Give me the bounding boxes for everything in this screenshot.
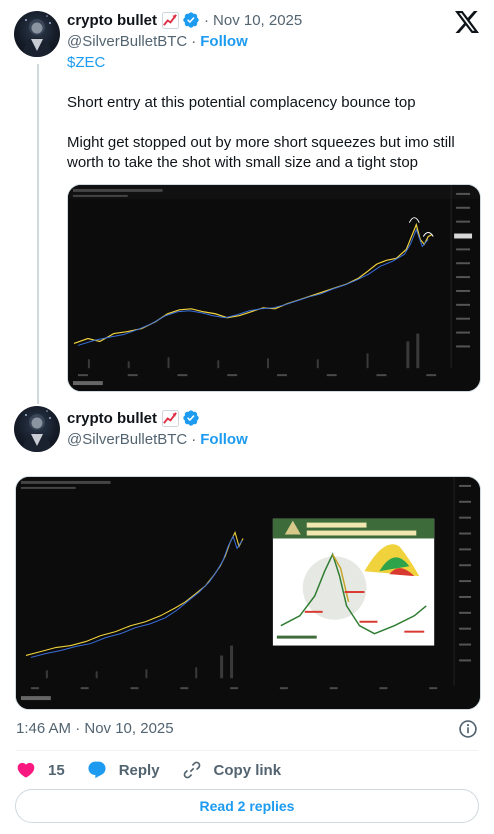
- separator: ·: [191, 32, 197, 50]
- user-handle[interactable]: @SilverBulletBTC: [67, 33, 187, 50]
- verified-badge-icon: [183, 410, 199, 426]
- reply-button[interactable]: Reply: [87, 760, 160, 780]
- like-count: 15: [48, 761, 65, 779]
- post-timestamp[interactable]: 1:46 AM · Nov 10, 2025: [16, 720, 174, 737]
- display-name[interactable]: crypto bullet: [67, 410, 157, 427]
- heart-icon: [17, 762, 35, 778]
- info-icon[interactable]: [458, 719, 478, 739]
- separator: ·: [191, 430, 197, 448]
- x-logo-icon[interactable]: [455, 11, 479, 33]
- avatar[interactable]: [14, 406, 60, 452]
- like-button[interactable]: 15: [16, 760, 65, 780]
- tweet-media-chart[interactable]: [15, 476, 481, 710]
- display-name[interactable]: crypto bullet: [67, 12, 157, 29]
- chart-increasing-emoji-icon: [162, 11, 180, 29]
- divider: [16, 750, 478, 751]
- thread-connector: [37, 64, 39, 404]
- tradingview-chart-image: [68, 185, 480, 391]
- verified-badge-icon: [183, 12, 199, 28]
- link-icon: [183, 761, 200, 779]
- tweet-header: crypto bullet @SilverBulletBTC · Follow: [67, 408, 248, 450]
- avatar[interactable]: [14, 11, 60, 57]
- reply-label: Reply: [118, 761, 160, 779]
- action-bar: 15 Reply Copy link: [16, 758, 303, 782]
- tweet-text-paragraph: Short entry at this potential complacenc…: [67, 94, 416, 111]
- user-handle[interactable]: @SilverBulletBTC: [67, 431, 187, 448]
- follow-button[interactable]: Follow: [200, 33, 248, 50]
- chart-increasing-emoji-icon: [162, 409, 180, 427]
- cashtag-link[interactable]: $ZEC: [67, 54, 105, 71]
- follow-button[interactable]: Follow: [200, 431, 248, 448]
- market-cycle-inset-image: [272, 518, 435, 646]
- tweet-media-chart[interactable]: [67, 184, 481, 392]
- tradingview-chart-with-inset-image: [16, 477, 480, 709]
- copy-link-button[interactable]: Copy link: [182, 760, 282, 780]
- separator: ·: [204, 11, 210, 29]
- reply-bubble-icon: [88, 761, 106, 779]
- post-date[interactable]: Nov 10, 2025: [213, 12, 302, 29]
- copy-link-label: Copy link: [213, 761, 282, 779]
- read-replies-button[interactable]: Read 2 replies: [15, 789, 479, 823]
- tweet-text-paragraph: Might get stopped out by more short sque…: [67, 134, 455, 171]
- tweet-header: crypto bullet · Nov 10, 2025 @SilverBull…: [67, 10, 302, 52]
